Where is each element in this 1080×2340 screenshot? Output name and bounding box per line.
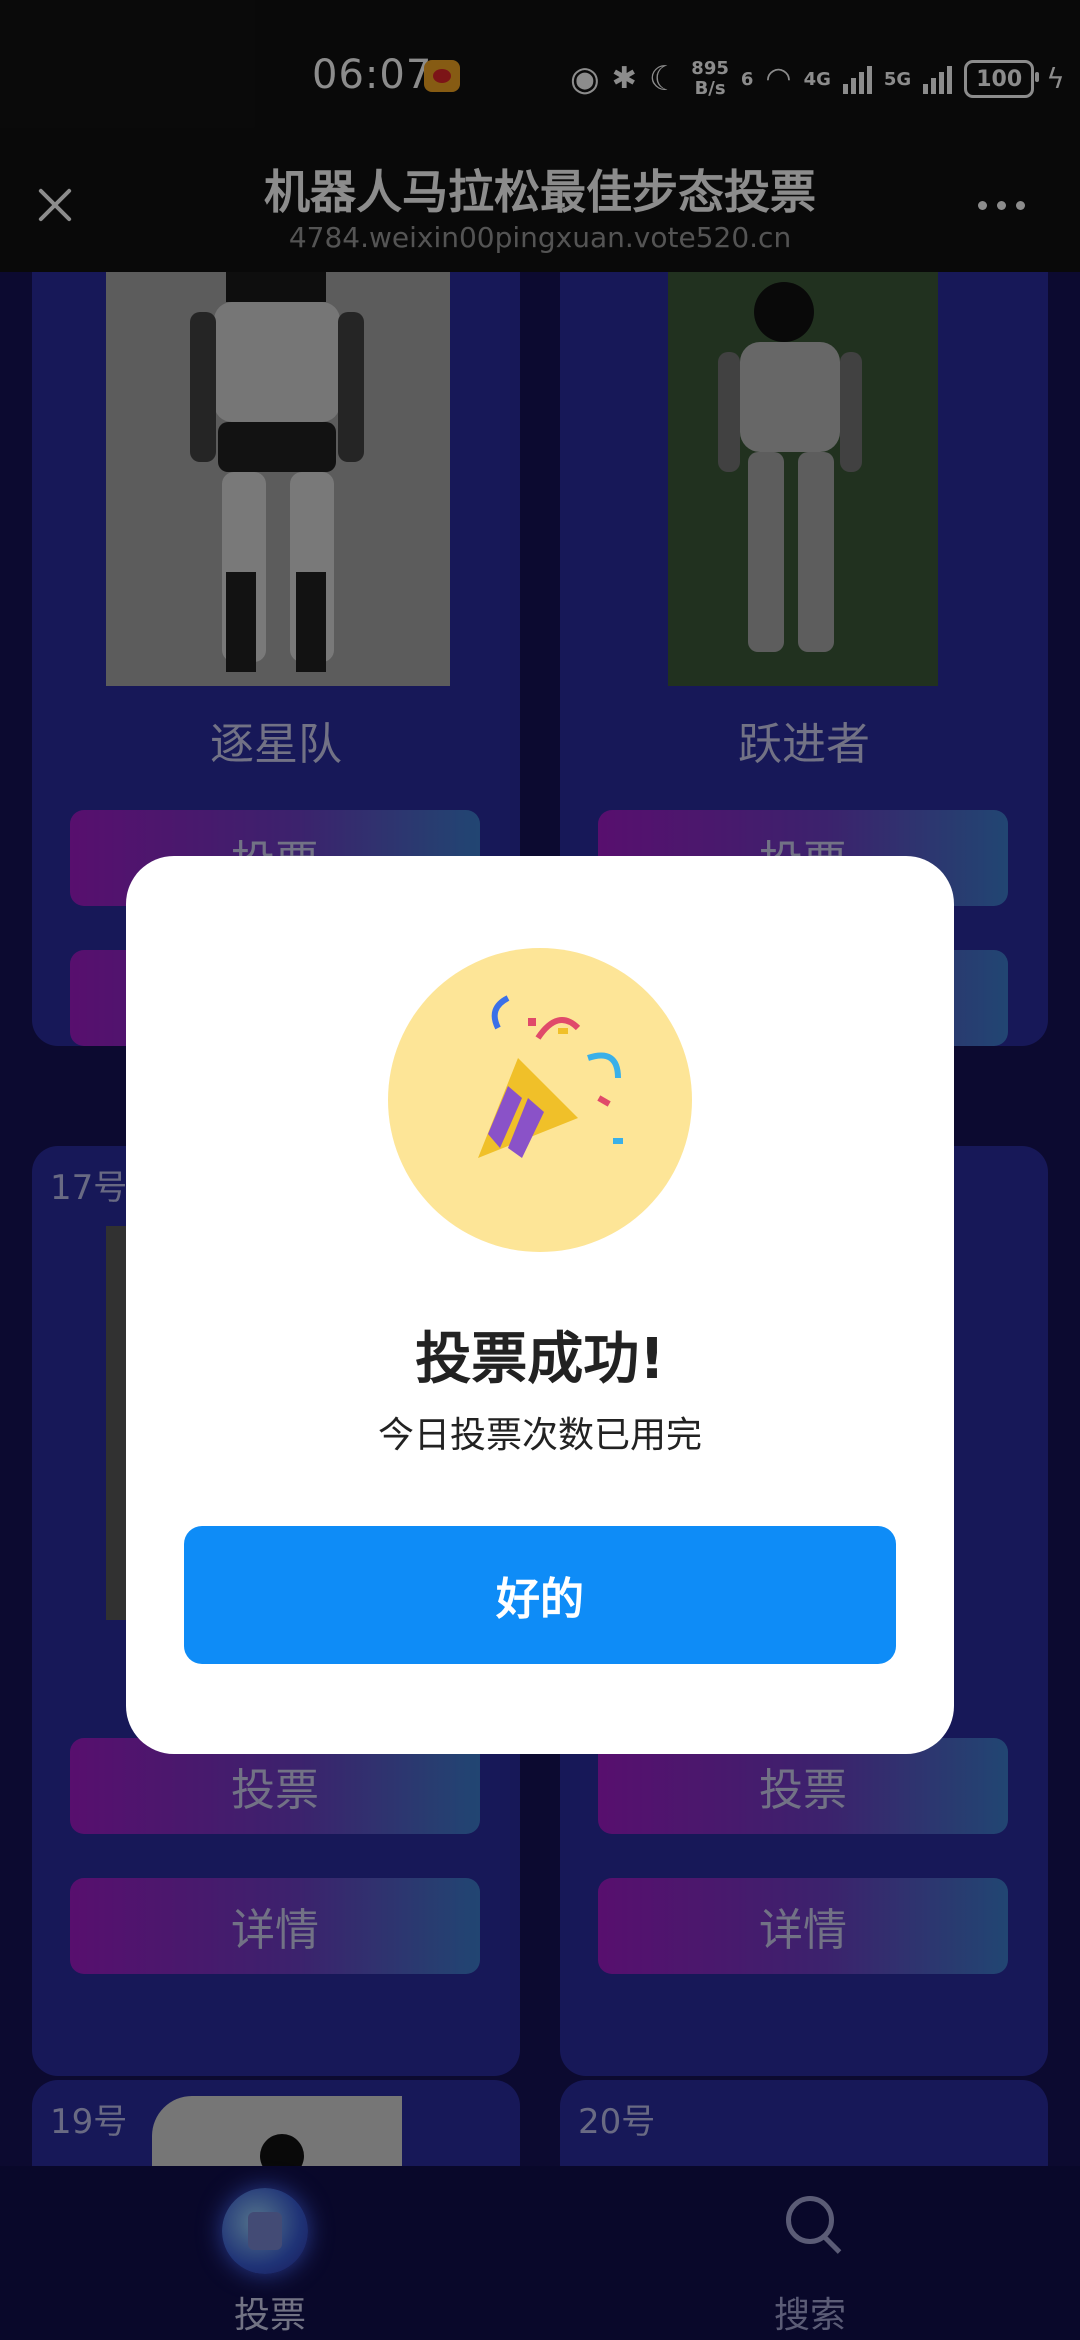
dialog-message: 今日投票次数已用完 [377,1415,702,1456]
dialog-title: 投票成功! [415,1327,665,1392]
icon-circle [388,948,692,1252]
vote-success-dialog: 投票成功! 今日投票次数已用完 好的 [126,856,954,1754]
ok-button[interactable]: 好的 [184,1526,896,1664]
party-popper-icon [478,995,623,1158]
